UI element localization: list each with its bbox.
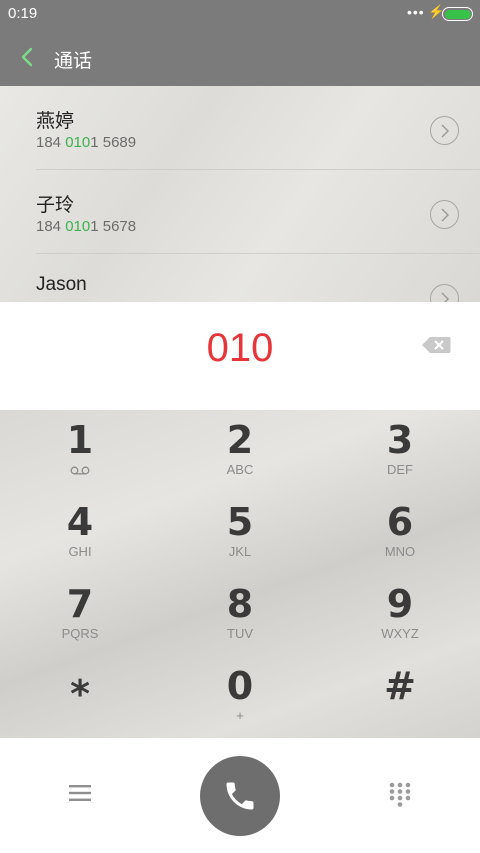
dial-keypad: 1 2 ABC 3 DEF 4 GHI 5 JKL 6 MNO 7 PQRS 8… [0, 410, 480, 738]
menu-icon[interactable] [69, 784, 91, 802]
status-time: 0:19 [8, 5, 38, 22]
contact-name: Jason [36, 274, 87, 295]
key-star[interactable]: * [0, 656, 160, 738]
contact-detail-button[interactable] [430, 200, 459, 229]
key-8[interactable]: 8 TUV [160, 574, 320, 656]
phone-icon [226, 782, 254, 810]
chevron-right-icon [441, 208, 449, 222]
page-title: 通话 [54, 51, 93, 72]
contact-item[interactable]: Jason [0, 254, 480, 302]
dialpad-icon[interactable] [389, 782, 411, 808]
key-3[interactable]: 3 DEF [320, 410, 480, 492]
chevron-right-icon [441, 292, 449, 302]
key-1[interactable]: 1 [0, 410, 160, 492]
contact-name: 子玲 [36, 195, 75, 216]
contact-number: 184 0101 5689 [36, 134, 137, 151]
app-bar: 通话 [0, 28, 480, 86]
voicemail-icon [70, 466, 90, 475]
key-4[interactable]: 4 GHI [0, 492, 160, 574]
status-bar: 0:19 ••• ⚡ [0, 0, 480, 28]
key-7[interactable]: 7 PQRS [0, 574, 160, 656]
notification-dots-icon: ••• [407, 4, 425, 20]
key-9[interactable]: 9 WXYZ [320, 574, 480, 656]
key-2[interactable]: 2 ABC [160, 410, 320, 492]
contact-list: 燕婷 184 0101 5689 子玲 184 0101 5678 Jason [0, 86, 480, 302]
dial-input-panel: 010 [0, 302, 480, 410]
contact-number: 184 0101 5678 [36, 218, 137, 235]
battery-icon [442, 7, 473, 21]
contact-detail-button[interactable] [430, 284, 459, 302]
key-6[interactable]: 6 MNO [320, 492, 480, 574]
contact-item[interactable]: 燕婷 184 0101 5689 [0, 86, 480, 170]
dialed-number: 010 [206, 326, 274, 370]
contact-name: 燕婷 [36, 111, 75, 132]
back-arrow-icon[interactable] [18, 45, 38, 69]
contact-detail-button[interactable] [430, 116, 459, 145]
chevron-right-icon [441, 124, 449, 138]
call-button[interactable] [200, 756, 280, 836]
bottom-bar [0, 738, 480, 853]
contact-item[interactable]: 子玲 184 0101 5678 [0, 170, 480, 254]
key-hash[interactable]: # [320, 656, 480, 738]
key-5[interactable]: 5 JKL [160, 492, 320, 574]
key-0[interactable]: 0 + [160, 656, 320, 738]
backspace-icon[interactable] [421, 336, 451, 354]
